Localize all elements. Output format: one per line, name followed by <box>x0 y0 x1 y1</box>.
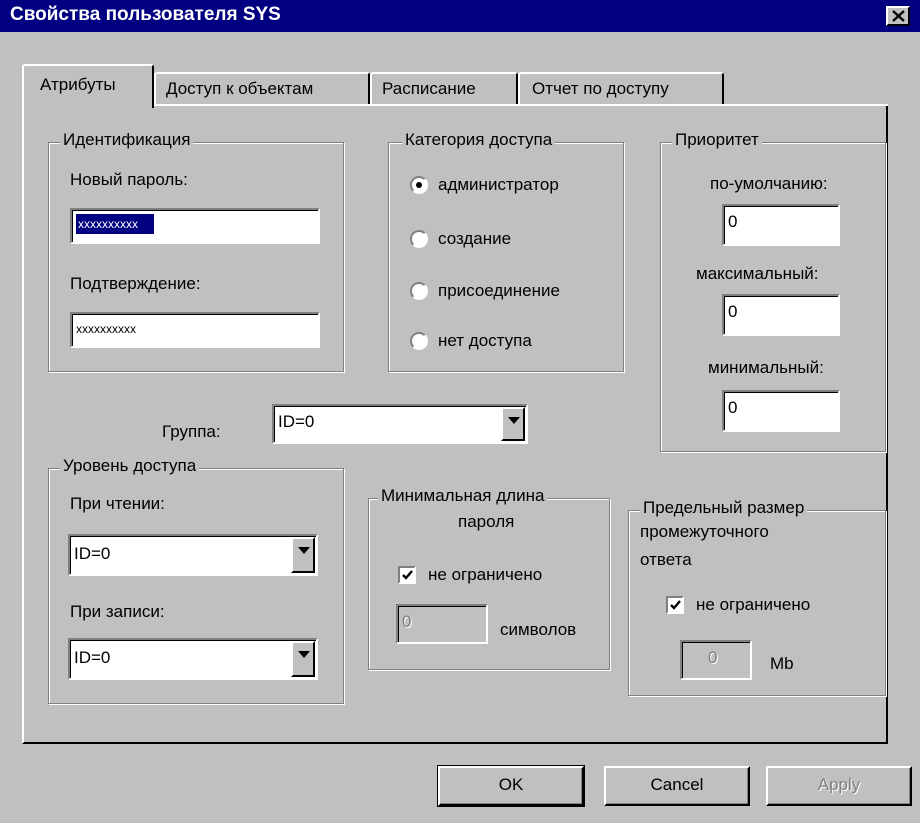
response-limit-unlimited-checkbox[interactable]: не ограничено <box>666 594 876 618</box>
radio-create[interactable]: создание <box>410 228 610 252</box>
tab-schedule-label: Расписание <box>382 79 476 98</box>
apply-button[interactable]: Apply <box>766 766 912 806</box>
access-level-legend: Уровень доступа <box>60 456 200 476</box>
min-password-unlimited-label: не ограничено <box>428 565 543 584</box>
checkmark-icon <box>402 570 413 580</box>
confirm-password-field[interactable]: xxxxxxxxxx <box>70 312 320 348</box>
group-select-value: ID=0 <box>278 412 315 431</box>
priority-min-value: 0 <box>728 398 738 417</box>
priority-min-label: минимальный: <box>708 358 824 377</box>
ok-button[interactable]: OK <box>437 765 585 807</box>
tab-object-access-label: Доступ к объектам <box>166 79 314 98</box>
response-limit-line2: промежуточного <box>640 522 769 541</box>
tab-attributes-label: Атрибуты <box>40 75 116 94</box>
response-limit-line3: ответа <box>640 550 692 569</box>
response-limit-size-field[interactable]: 0 <box>680 640 752 680</box>
priority-max-value: 0 <box>728 302 738 321</box>
radio-selected-dot <box>416 182 422 188</box>
cancel-button[interactable]: Cancel <box>604 766 750 806</box>
response-limit-size-value: 0 <box>708 648 718 667</box>
chevron-down-icon <box>508 417 520 424</box>
confirm-password-label: Подтверждение: <box>70 274 201 293</box>
group-label: Группа: <box>162 422 221 441</box>
close-button[interactable] <box>886 6 910 26</box>
tab-attributes[interactable]: Атрибуты <box>22 64 154 108</box>
priority-default-field[interactable]: 0 <box>722 204 840 246</box>
response-limit-unlimited-label: не ограничено <box>696 595 811 614</box>
min-password-legend: Минимальная длина <box>378 486 548 506</box>
radio-administrator[interactable]: администратор <box>410 174 610 198</box>
read-level-value: ID=0 <box>74 544 111 563</box>
group-dropdown-button[interactable] <box>501 407 525 441</box>
window-title: Свойства пользователя SYS <box>10 4 281 25</box>
write-level-value: ID=0 <box>74 648 111 667</box>
identification-legend: Идентификация <box>60 130 194 150</box>
group-select[interactable]: ID=0 <box>272 404 528 444</box>
read-level-dropdown-button[interactable] <box>291 537 315 573</box>
close-icon <box>892 10 905 22</box>
response-limit-legend: Предельный размер <box>640 498 808 518</box>
tab-schedule[interactable]: Расписание <box>370 72 518 106</box>
response-limit-unlimited-box <box>666 596 684 614</box>
response-limit-unit-label: Mb <box>770 654 794 673</box>
write-level-dropdown-button[interactable] <box>291 641 315 677</box>
new-password-value: xxxxxxxxxx <box>76 214 154 234</box>
tab-object-access[interactable]: Доступ к объектам <box>154 72 370 106</box>
new-password-field[interactable]: xxxxxxxxxx <box>70 208 320 244</box>
chevron-down-icon <box>298 547 310 554</box>
min-password-legend-line2: пароля <box>458 512 515 531</box>
radio-no-access[interactable]: нет доступа <box>410 330 610 354</box>
priority-legend: Приоритет <box>672 130 762 150</box>
min-password-unlimited-box <box>398 566 416 584</box>
radio-administrator-label: администратор <box>438 175 559 194</box>
radio-attach[interactable]: присоединение <box>410 280 610 304</box>
priority-max-field[interactable]: 0 <box>722 294 840 336</box>
radio-create-circle <box>410 230 428 248</box>
access-category-legend: Категория доступа <box>402 130 556 150</box>
min-password-length-value: 0 <box>402 612 412 631</box>
min-password-length-field[interactable]: 0 <box>396 604 488 644</box>
read-level-label: При чтении: <box>70 494 165 513</box>
tab-access-report-label: Отчет по доступу <box>532 79 669 98</box>
priority-default-value: 0 <box>728 212 738 231</box>
priority-default-label: по-умолчанию: <box>710 174 828 193</box>
confirm-password-value: xxxxxxxxxx <box>76 322 136 336</box>
new-password-label: Новый пароль: <box>70 170 188 189</box>
radio-no-access-label: нет доступа <box>438 331 532 350</box>
write-level-select[interactable]: ID=0 <box>68 638 318 680</box>
read-level-select[interactable]: ID=0 <box>68 534 318 576</box>
min-password-unlimited-checkbox[interactable]: не ограничено <box>398 564 598 588</box>
checkmark-icon <box>670 600 681 610</box>
title-bar[interactable]: Свойства пользователя SYS <box>0 0 920 32</box>
write-level-label: При записи: <box>70 602 165 621</box>
min-password-unit-label: символов <box>500 620 577 639</box>
radio-administrator-circle <box>410 176 428 194</box>
radio-create-label: создание <box>438 229 512 248</box>
radio-attach-label: присоединение <box>438 281 560 300</box>
priority-min-field[interactable]: 0 <box>722 390 840 432</box>
chevron-down-icon <box>298 651 310 658</box>
priority-max-label: максимальный: <box>696 264 819 283</box>
active-tab-gap <box>24 104 152 107</box>
radio-attach-circle <box>410 282 428 300</box>
tab-access-report[interactable]: Отчет по доступу <box>518 72 724 106</box>
radio-no-access-circle <box>410 332 428 350</box>
